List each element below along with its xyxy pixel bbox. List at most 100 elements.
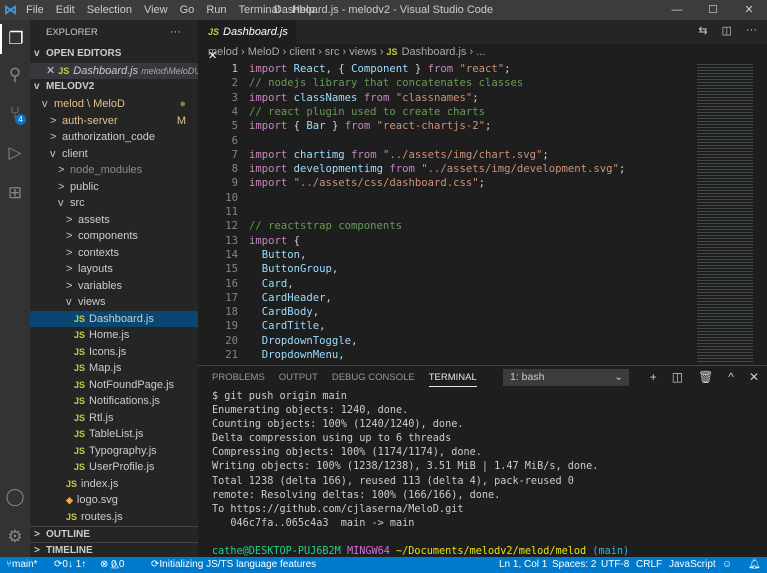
minimap[interactable]	[697, 62, 753, 362]
tree-item[interactable]: > node_modules	[30, 162, 198, 178]
tree-item[interactable]: v src	[30, 195, 198, 211]
breadcrumb-item[interactable]: MeloD	[248, 46, 280, 58]
explorer-icon[interactable]: ❐	[0, 24, 30, 54]
code-token: ,	[351, 334, 358, 347]
breadcrumb-item[interactable]: src	[325, 46, 340, 58]
search-icon[interactable]: ⚲	[0, 60, 30, 90]
line-ending[interactable]: CRLF	[636, 557, 662, 573]
encoding[interactable]: UTF-8	[601, 557, 629, 573]
breadcrumb-item[interactable]: Dashboard.js	[402, 46, 467, 58]
close-window-icon[interactable]: ✕	[731, 0, 767, 20]
menu-item-run[interactable]: Run	[206, 4, 226, 16]
breadcrumb: melod › MeloD › client › src › views › J…	[198, 44, 767, 62]
terminal-output[interactable]: $ git push origin main Enumerating object…	[212, 390, 629, 573]
account-icon[interactable]: ◯	[0, 482, 30, 512]
open-editor-item[interactable]: ✕ JS Dashboard.js melod\MeloD\...	[30, 63, 198, 79]
open-editors-header[interactable]: v OPEN EDITORS	[30, 46, 198, 62]
tab-debug-console[interactable]: DEBUG CONSOLE	[332, 372, 415, 387]
tab-dashboard-js[interactable]: JS Dashboard.js ✕	[198, 20, 296, 62]
menu-item-help[interactable]: Help	[292, 4, 315, 16]
tab-terminal[interactable]: TERMINAL	[428, 372, 477, 387]
chevron-right-icon: >	[66, 230, 73, 242]
outline-header[interactable]: > OUTLINE	[30, 526, 198, 542]
more-actions-icon[interactable]: ···	[746, 24, 757, 37]
open-changes-icon[interactable]: ⇆	[698, 24, 707, 37]
settings-gear-icon[interactable]: ⚙	[0, 522, 30, 552]
maximize-icon[interactable]: ☐	[695, 0, 731, 20]
tree-item[interactable]: > auth-server M	[30, 113, 198, 129]
terminal-select[interactable]: 1: bash ⌄	[503, 369, 629, 386]
tree-item[interactable]: > assets	[30, 212, 198, 228]
tree-item[interactable]: > components	[30, 228, 198, 244]
tree-item[interactable]: JS Typography.js	[30, 443, 198, 459]
feedback-icon[interactable]: ☺	[722, 557, 732, 573]
menu-item-view[interactable]: View	[144, 4, 168, 16]
split-editor-icon[interactable]: ◫	[722, 24, 732, 37]
tree-item[interactable]: v melod \ MeloD ●	[30, 96, 198, 112]
cursor-position[interactable]: Ln 1, Col 1	[499, 557, 547, 573]
tab-output[interactable]: OUTPUT	[279, 372, 318, 387]
sync-status[interactable]: ⟳ 0↓ 1↑	[54, 557, 86, 573]
tree-item[interactable]: JS Notifications.js	[30, 393, 198, 409]
chevron-down-icon: v	[50, 147, 56, 160]
language-mode[interactable]: JavaScript	[669, 557, 716, 573]
tree-item[interactable]: > contexts	[30, 245, 198, 261]
maximize-panel-icon[interactable]: ^	[728, 370, 734, 384]
tree-item[interactable]: JS Icons.js	[30, 344, 198, 360]
new-terminal-icon[interactable]: +	[650, 370, 657, 384]
tree-item[interactable]: > public	[30, 179, 198, 195]
tree-item[interactable]: > authorization_code	[30, 129, 198, 145]
source-control-icon[interactable]: ⑂ 4	[0, 98, 30, 128]
breadcrumb-item[interactable]: ...	[476, 46, 485, 58]
split-terminal-icon[interactable]: ◫	[672, 370, 683, 384]
tab-problems[interactable]: PROBLEMS	[212, 372, 265, 387]
tree-item[interactable]: JS NotFoundPage.js	[30, 377, 198, 393]
notifications-bell-icon[interactable]: 🔔︎	[748, 557, 761, 573]
timeline-header[interactable]: > TIMELINE	[30, 542, 198, 558]
problems-status[interactable]: ⊗ 0 △ 0	[100, 557, 124, 573]
terminal-line: Writing objects: 100% (1238/1238), 3.51 …	[212, 461, 599, 473]
tree-item[interactable]: v client	[30, 146, 198, 162]
code-token: ,	[338, 349, 345, 361]
tree-item[interactable]: > layouts	[30, 261, 198, 277]
tree-item[interactable]: JS routes.js	[30, 509, 198, 525]
branch-status[interactable]: ⑂ main*	[6, 557, 38, 573]
menu-item-go[interactable]: Go	[180, 4, 195, 16]
more-actions-icon[interactable]: ···	[170, 24, 190, 40]
breadcrumb-item[interactable]: client	[289, 46, 315, 58]
tab-label: Dashboard.js	[223, 26, 288, 38]
line-number: 19	[225, 320, 238, 333]
prompt-user: cathe@DESKTOP-PUJ6B2M	[212, 545, 341, 557]
breadcrumb-item[interactable]: views	[349, 46, 377, 58]
tree-item[interactable]: ◈ logo.svg	[30, 492, 198, 508]
tree-item[interactable]: JS Rtl.js	[30, 410, 198, 426]
kill-terminal-icon[interactable]: 🗑	[698, 370, 713, 384]
chevron-right-icon: ›	[339, 46, 350, 58]
code-token: ,	[287, 277, 294, 290]
prompt-shell: MINGW64	[346, 545, 390, 557]
close-tab-icon[interactable]: ✕	[208, 50, 217, 62]
tree-item[interactable]: JS index.js	[30, 476, 198, 492]
close-icon[interactable]: ✕	[46, 65, 58, 77]
menu-item-selection[interactable]: Selection	[87, 4, 132, 16]
tree-item[interactable]: JS Dashboard.js	[30, 310, 198, 327]
tree-item[interactable]: JS TableList.js	[30, 426, 198, 442]
indentation[interactable]: Spaces: 2	[552, 557, 596, 573]
tree-item[interactable]: JS Map.js	[30, 360, 198, 376]
menu-item-terminal[interactable]: Terminal	[239, 4, 281, 16]
minimize-icon[interactable]: —	[659, 0, 695, 20]
code-token: Card	[249, 277, 288, 290]
code-token: "react-chartjs-2"	[376, 120, 486, 133]
activity-bar: ❐ ⚲ ⑂ 4 ▷ ⊞ ◯ ⚙	[0, 20, 30, 557]
menu-item-edit[interactable]: Edit	[56, 4, 75, 16]
tree-item[interactable]: v views	[30, 294, 198, 310]
close-panel-icon[interactable]: ✕	[749, 370, 759, 384]
js-file-icon: JS	[74, 346, 86, 357]
run-debug-icon[interactable]: ▷	[0, 138, 30, 168]
menu-item-file[interactable]: File	[26, 4, 44, 16]
tree-item[interactable]: JS UserProfile.js	[30, 459, 198, 475]
tree-item[interactable]: JS Home.js	[30, 327, 198, 343]
workspace-header[interactable]: v MELODV2	[30, 79, 198, 95]
tree-item[interactable]: > variables	[30, 278, 198, 294]
extensions-icon[interactable]: ⊞	[0, 178, 30, 208]
